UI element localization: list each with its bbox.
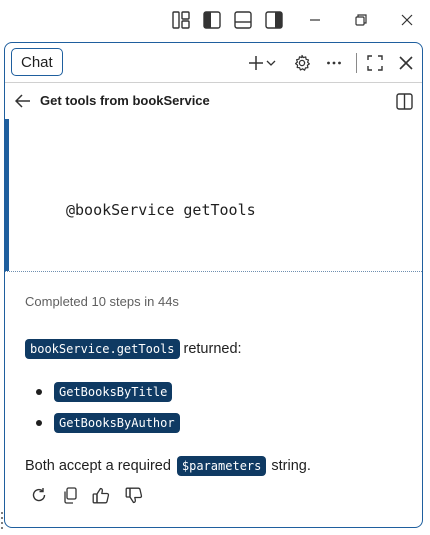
thread-header: Get tools from bookService <box>5 83 422 119</box>
toggle-panel-icon[interactable] <box>233 11 253 29</box>
retry-icon[interactable] <box>29 485 49 505</box>
sidebar-toggle-icon[interactable] <box>395 92 413 110</box>
message-divider <box>5 271 422 272</box>
user-message-text: @bookService getTools <box>66 201 256 219</box>
code-parameters: $parameters <box>176 456 267 476</box>
list-item: GetBooksByTitle <box>36 382 173 402</box>
returned-text: returned: <box>183 341 242 357</box>
parameters-prefix: Both accept a required <box>25 458 171 474</box>
chat-panel: Chat Get tools from bookService @bookSer… <box>4 42 423 528</box>
bullet-dot <box>36 389 42 395</box>
minimize-icon[interactable] <box>303 8 327 32</box>
code-tool-name: GetBooksByTitle <box>54 382 173 402</box>
more-icon[interactable] <box>323 52 345 74</box>
toggle-primary-sidebar-icon[interactable] <box>202 11 222 29</box>
response-line-parameters: Both accept a required $parameters strin… <box>25 456 311 476</box>
response-line-returned: bookService.getTools returned: <box>25 339 242 359</box>
chat-panel-header: Chat <box>5 43 422 83</box>
arrow-left-icon[interactable] <box>14 92 32 110</box>
settings-icon[interactable] <box>291 52 313 74</box>
thumbs-up-icon[interactable] <box>91 485 111 505</box>
close-icon[interactable] <box>395 8 419 32</box>
copy-icon[interactable] <box>60 485 80 505</box>
parameters-suffix: string. <box>271 458 311 474</box>
close-icon[interactable] <box>395 52 417 74</box>
tab-chat[interactable]: Chat <box>11 48 63 76</box>
user-message: @bookService getTools <box>5 119 422 271</box>
list-item: GetBooksByAuthor <box>36 413 180 433</box>
response-status: Completed 10 steps in 44s <box>25 294 179 309</box>
header-separator <box>356 53 357 73</box>
toggle-secondary-sidebar-icon[interactable] <box>264 11 284 29</box>
maximize-icon[interactable] <box>364 52 386 74</box>
code-tool-name: GetBooksByAuthor <box>54 413 180 433</box>
code-tool-call: bookService.getTools <box>25 339 180 359</box>
thumbs-down-icon[interactable] <box>124 485 144 505</box>
customize-layout-icon[interactable] <box>171 11 191 29</box>
chevron-down-icon[interactable] <box>264 52 278 74</box>
resize-grip-icon[interactable] <box>0 510 4 530</box>
bullet-dot <box>36 420 42 426</box>
window-title-bar <box>0 0 430 40</box>
thread-title: Get tools from bookService <box>40 93 210 108</box>
restore-icon[interactable] <box>349 8 373 32</box>
